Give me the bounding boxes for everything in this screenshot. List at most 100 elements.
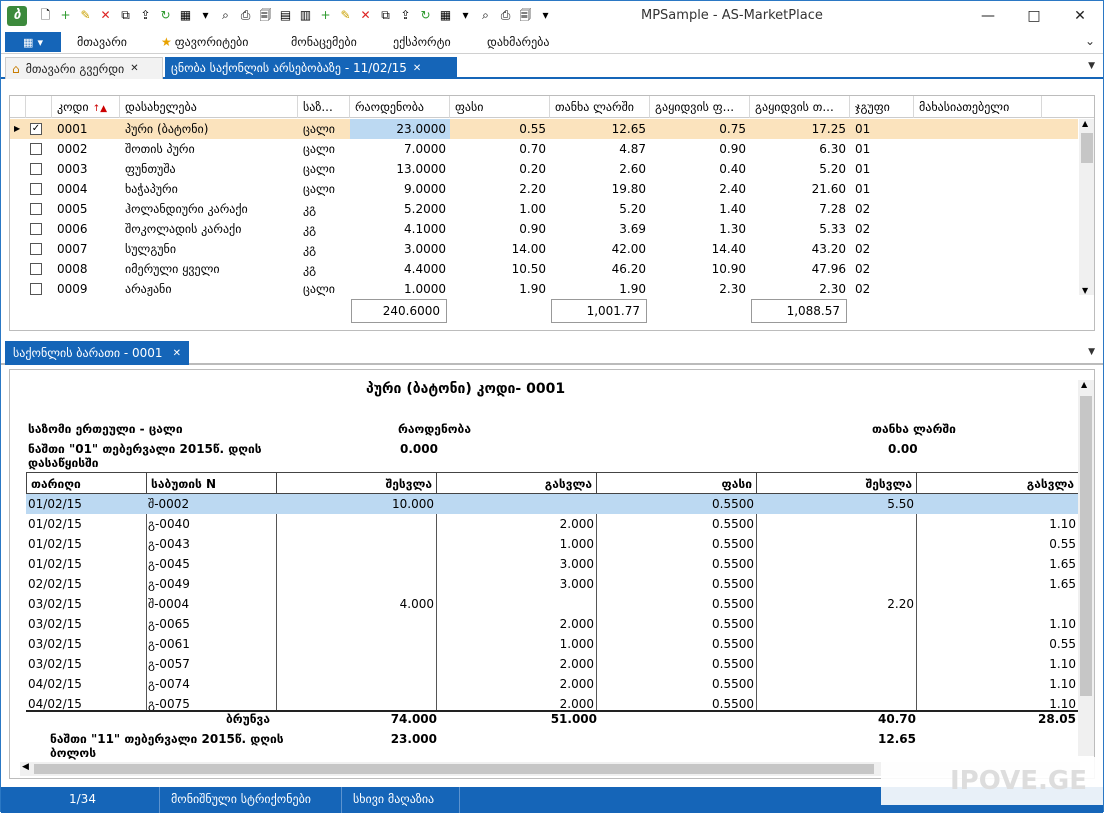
store-name-status[interactable]: სხივი მაღაზია xyxy=(353,792,434,806)
tab-stock-report[interactable]: ცნობა საქონლის არსებობაზე - 11/02/15 ✕ xyxy=(165,57,457,79)
table-row[interactable]: 0006 შოკოლადის კარაქი კგ 4.1000 0.90 3.69 1.30… xyxy=(10,219,1078,239)
table-row[interactable]: 03/02/15 გ-0057 2.000 0.5500 1.10 xyxy=(26,654,1078,674)
maximize-button[interactable]: □ xyxy=(1011,1,1057,30)
table-row[interactable]: 03/02/15 შ-0004 4.000 0.5500 2.20 xyxy=(26,594,1078,614)
form-icon[interactable]: ▤ xyxy=(277,6,294,23)
scroll-thumb[interactable] xyxy=(1081,133,1093,163)
chevron-down-icon[interactable]: ▾ xyxy=(197,6,214,23)
table-row[interactable]: ▶ ✓ 0001 პური (ბატონი) ცალი 23.0000 0.55 12.65 0… xyxy=(10,119,1078,139)
new-document-icon[interactable]: 🗋 xyxy=(37,6,54,23)
edit-icon[interactable]: ✎ xyxy=(337,6,354,23)
row-checkbox[interactable] xyxy=(30,263,42,275)
table-row[interactable]: 0004 ხაჭაპური ცალი 9.0000 2.20 19.80 2.40 21.60… xyxy=(10,179,1078,199)
table-row[interactable]: 0005 ჰოლანდიური კარაქი კგ 5.2000 1.00 5.20 1.4… xyxy=(10,199,1078,219)
print-icon[interactable]: ⎙ xyxy=(497,6,514,23)
column-header[interactable]: თანხა ლარში xyxy=(550,96,650,118)
column-header-label: ფასი xyxy=(455,100,484,114)
close-tab-icon[interactable]: ✕ xyxy=(413,63,421,74)
table-row[interactable]: 0009 არაჟანი ცალი 1.0000 1.90 1.90 2.30 2.30 02 xyxy=(10,279,1078,299)
find-icon[interactable]: ⌕ xyxy=(477,6,494,23)
scroll-thumb[interactable] xyxy=(1080,396,1092,696)
chevron-down-icon[interactable]: ▾ xyxy=(537,6,554,23)
table-row[interactable]: 0007 სულგუნი კგ 3.0000 14.00 42.00 14.40 43.20 0… xyxy=(10,239,1078,259)
table-row[interactable]: 03/02/15 გ-0065 2.000 0.5500 1.10 xyxy=(26,614,1078,634)
tab-item-card[interactable]: საქონლის ბარათი - 0001 ✕ xyxy=(5,341,189,365)
column-header[interactable]: საზ... xyxy=(298,96,350,118)
menu-item-favorites[interactable]: ★ ფავორიტები xyxy=(161,35,248,49)
row-checkbox[interactable]: ✓ xyxy=(30,123,42,135)
close-button[interactable]: ✕ xyxy=(1057,1,1103,30)
column-header[interactable]: დასახელება xyxy=(120,96,298,118)
minimize-button[interactable]: — xyxy=(965,1,1011,30)
menu-item-export[interactable]: ექსპორტი xyxy=(393,35,451,49)
edit-icon[interactable]: ✎ xyxy=(77,6,94,23)
table-row[interactable]: 01/02/15 შ-0002 10.000 0.5500 5.50 xyxy=(26,494,1078,514)
menu-item-help[interactable]: დახმარება xyxy=(487,35,550,49)
marked-rows-status[interactable]: მონიშნული სტრიქონები xyxy=(171,792,311,806)
delete-icon[interactable]: ✕ xyxy=(357,6,374,23)
grid-vertical-scrollbar[interactable]: ▲ ▼ xyxy=(1079,119,1094,295)
column-header[interactable]: მახასიათებელი xyxy=(914,96,1042,118)
tabs-dropdown-icon[interactable]: ▼ xyxy=(1088,347,1095,357)
row-checkbox[interactable] xyxy=(30,183,42,195)
tab-home[interactable]: ⌂ მთავარი გვერდი ✕ xyxy=(5,57,163,79)
close-tab-icon[interactable]: ✕ xyxy=(173,348,181,359)
scroll-left-icon[interactable]: ◀ xyxy=(22,762,29,772)
preview-icon[interactable]: 🗐 xyxy=(257,6,274,23)
row-checkbox[interactable] xyxy=(30,203,42,215)
main-menu-button[interactable]: ▦ ▾ xyxy=(5,32,61,52)
row-checkbox[interactable] xyxy=(30,143,42,155)
table-row[interactable]: 0002 შოთის პური ცალი 7.0000 0.70 4.87 0.90 6.30… xyxy=(10,139,1078,159)
grid-icon[interactable]: ▦ xyxy=(177,6,194,23)
column-header[interactable]: გაყიდვის თ... xyxy=(750,96,850,118)
scroll-thumb[interactable] xyxy=(34,764,874,774)
scroll-down-icon[interactable]: ▼ xyxy=(1082,286,1088,295)
report-vertical-scrollbar[interactable]: ▲ xyxy=(1078,380,1094,756)
print-icon[interactable]: ⎙ xyxy=(237,6,254,23)
chevron-down-icon[interactable]: ▾ xyxy=(457,6,474,23)
cell-doc: გ-0049 xyxy=(148,577,190,591)
table-row[interactable]: 01/02/15 გ-0043 1.000 0.5500 0.55 xyxy=(26,534,1078,554)
row-checkbox[interactable] xyxy=(30,223,42,235)
column-header[interactable]: კოდი ↑▲ xyxy=(52,96,120,118)
column-header[interactable]: ჯგუფი xyxy=(850,96,914,118)
add-icon[interactable]: + xyxy=(317,6,334,23)
export-icon[interactable]: ⇪ xyxy=(137,6,154,23)
menu-item-data[interactable]: მონაცემები xyxy=(291,35,357,49)
table-row[interactable]: 0008 იმერული ყველი კგ 4.4000 10.50 46.20 10.90… xyxy=(10,259,1078,279)
table-row[interactable]: 04/02/15 გ-0074 2.000 0.5500 1.10 xyxy=(26,674,1078,694)
scroll-up-icon[interactable]: ▲ xyxy=(1082,119,1088,128)
preview-icon[interactable]: 🗐 xyxy=(517,6,534,23)
grid-icon[interactable]: ▦ xyxy=(437,6,454,23)
refresh-icon[interactable]: ↻ xyxy=(157,6,174,23)
column-header[interactable]: გაყიდვის ფ... xyxy=(650,96,750,118)
delete-icon[interactable]: ✕ xyxy=(97,6,114,23)
find-icon[interactable]: ⌕ xyxy=(217,6,234,23)
copy-icon[interactable]: ⧉ xyxy=(117,6,134,23)
table-row[interactable]: 04/02/15 გ-0075 2.000 0.5500 1.10 xyxy=(26,694,1078,710)
closing-balance-label: ნაშთი "11" თებერვალი 2015წ. დღის ბოლოს xyxy=(50,732,284,760)
cell-code: 0006 xyxy=(57,222,88,236)
table-row[interactable]: 01/02/15 გ-0040 2.000 0.5500 1.10 xyxy=(26,514,1078,534)
table-row[interactable]: 01/02/15 გ-0045 3.000 0.5500 1.65 xyxy=(26,554,1078,574)
check-column-header[interactable] xyxy=(26,96,52,118)
column-header[interactable]: რაოდენობა xyxy=(350,96,450,118)
collapse-ribbon-icon[interactable]: ⌄ xyxy=(1085,34,1095,48)
menu-item-main[interactable]: მთავარი xyxy=(77,35,127,49)
table-row[interactable]: 02/02/15 გ-0049 3.000 0.5500 1.65 xyxy=(26,574,1078,594)
add-icon[interactable]: + xyxy=(57,6,74,23)
tabs-dropdown-icon[interactable]: ▼ xyxy=(1088,61,1095,71)
table-row[interactable]: 03/02/15 გ-0061 1.000 0.5500 0.55 xyxy=(26,634,1078,654)
row-checkbox[interactable] xyxy=(30,163,42,175)
table-row[interactable]: 0003 ფუნთუშა ცალი 13.0000 0.20 2.60 0.40 5.20 01 xyxy=(10,159,1078,179)
closing-qty: 23.000 xyxy=(390,732,437,746)
form2-icon[interactable]: ▥ xyxy=(297,6,314,23)
column-header[interactable]: ფასი xyxy=(450,96,550,118)
export-icon[interactable]: ⇪ xyxy=(397,6,414,23)
refresh-icon[interactable]: ↻ xyxy=(417,6,434,23)
close-tab-icon[interactable]: ✕ xyxy=(130,63,138,74)
row-checkbox[interactable] xyxy=(30,283,42,295)
scroll-up-icon[interactable]: ▲ xyxy=(1081,380,1087,389)
row-checkbox[interactable] xyxy=(30,243,42,255)
copy-icon[interactable]: ⧉ xyxy=(377,6,394,23)
